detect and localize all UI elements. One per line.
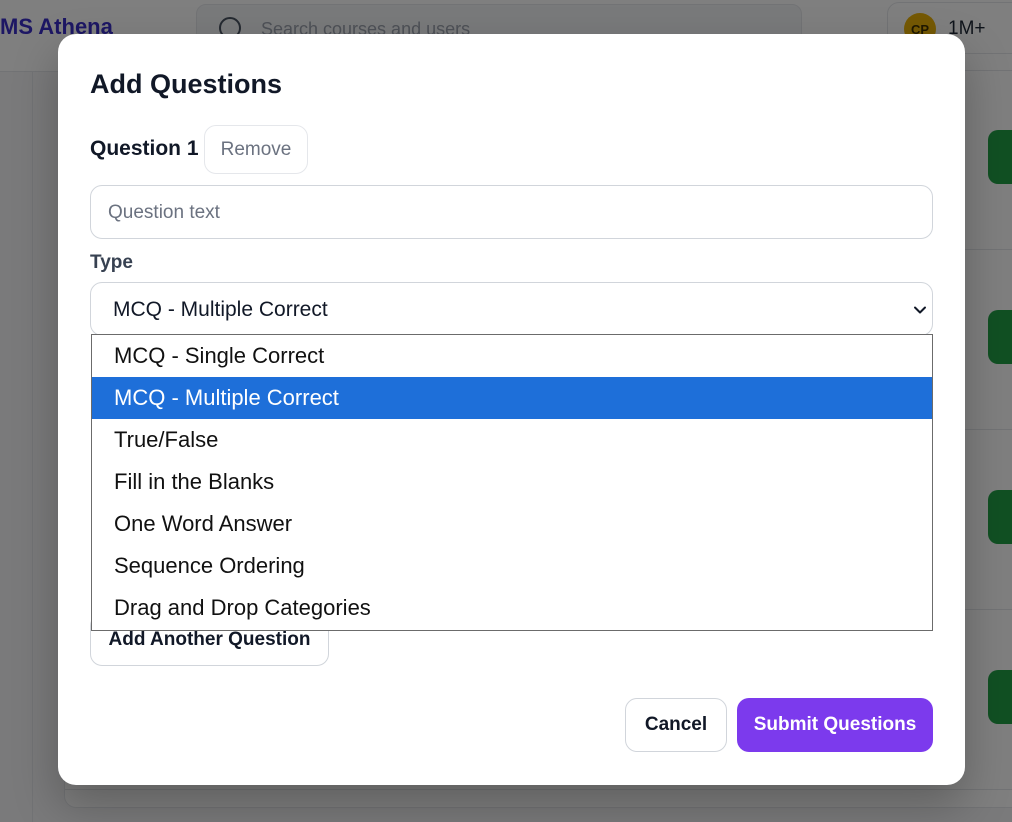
type-label: Type: [90, 252, 133, 273]
type-option-mcq-multiple[interactable]: MCQ - Multiple Correct: [92, 377, 932, 419]
type-select-value: MCQ - Multiple Correct: [113, 298, 328, 321]
chevron-down-icon: [914, 306, 926, 314]
modal-title: Add Questions: [90, 69, 283, 99]
type-dropdown-list: MCQ - Single Correct MCQ - Multiple Corr…: [91, 334, 933, 631]
submit-questions-button[interactable]: Submit Questions: [737, 698, 933, 752]
question-text-placeholder: Question text: [108, 202, 220, 223]
type-option-true-false[interactable]: True/False: [92, 419, 932, 461]
type-option-fill-blanks[interactable]: Fill in the Blanks: [92, 461, 932, 503]
cancel-button[interactable]: Cancel: [625, 698, 727, 752]
type-select[interactable]: MCQ - Multiple Correct: [90, 282, 933, 336]
type-option-mcq-single[interactable]: MCQ - Single Correct: [92, 335, 932, 377]
type-option-one-word[interactable]: One Word Answer: [92, 503, 932, 545]
remove-question-button[interactable]: Remove: [204, 125, 308, 174]
type-option-sequence-ordering[interactable]: Sequence Ordering: [92, 545, 932, 587]
type-option-drag-drop[interactable]: Drag and Drop Categories: [92, 587, 932, 629]
question-text-input[interactable]: Question text: [90, 185, 933, 239]
question-label: Question 1: [90, 137, 199, 160]
